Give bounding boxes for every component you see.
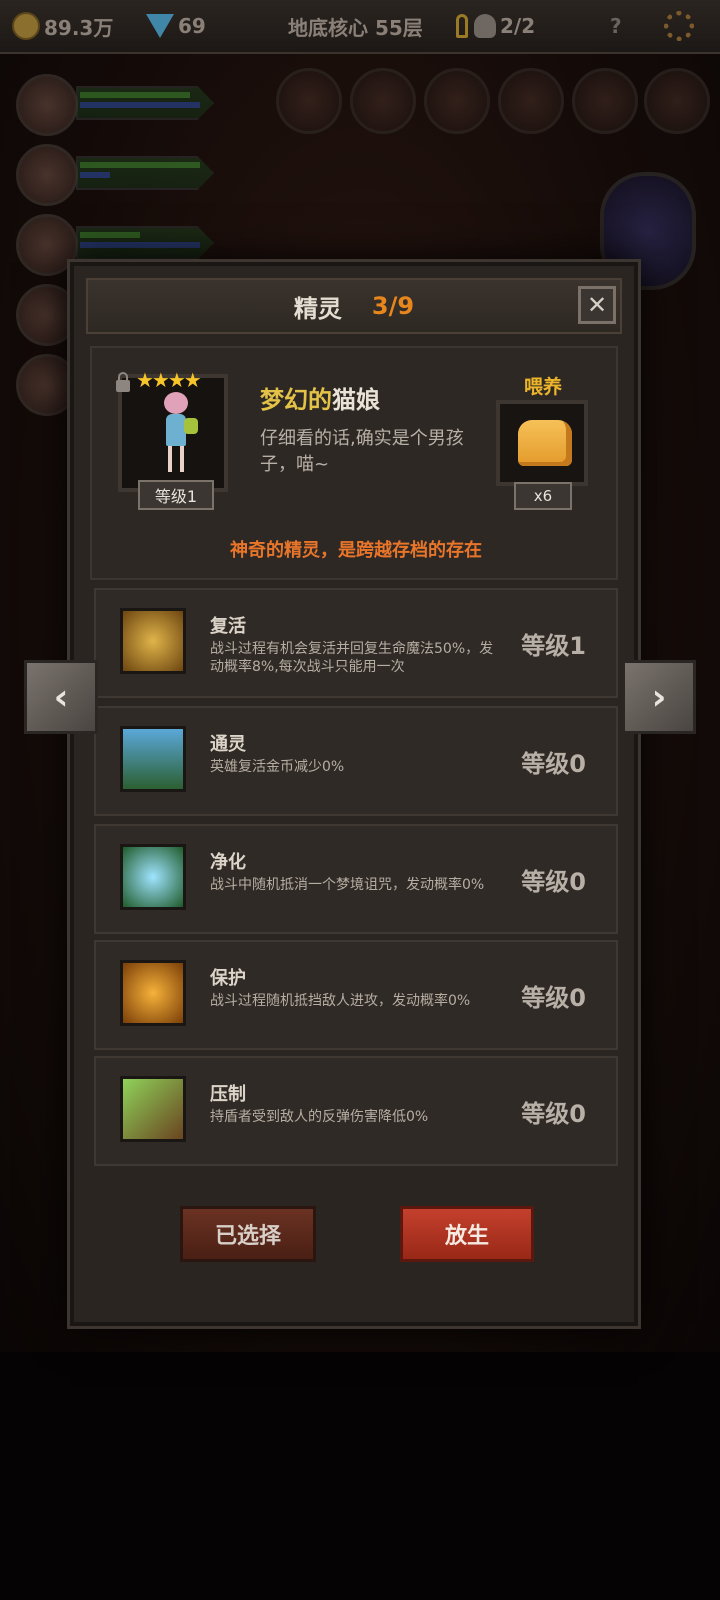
catgirl-pet-icon [156, 392, 198, 476]
skill-level: 等级0 [521, 984, 586, 1012]
skill-description: 英雄复活金币减少0% [210, 759, 345, 775]
skull-icon [474, 14, 496, 38]
gear-icon [664, 11, 694, 41]
mp-bar-fill [80, 242, 200, 248]
pet-name-noun: 猫娘 [332, 386, 380, 414]
flower-icon [120, 844, 186, 910]
coffin-icon[interactable] [276, 68, 342, 134]
coin-icon [12, 12, 40, 40]
hero-portrait-1[interactable] [16, 74, 78, 136]
skill-description: 战斗中随机抵消一个梦境诅咒，发动概率0% [210, 877, 485, 893]
top-bar: 89.3万 69 地底核心 55层 2/2 ? [0, 0, 720, 54]
skill-row-revive: 复活 战斗过程有机会复活并回复生命魔法50%，发动概率8%,每次战斗只能用一次 … [94, 588, 618, 698]
skill-description: 战斗过程有机会复活并回复生命魔法50%，发动概率8%,每次战斗只能用一次 [210, 641, 494, 675]
prev-pet-button[interactable]: ‹ [24, 660, 98, 734]
pet-name: 梦幻的猫娘 [260, 380, 380, 415]
coin-value: 89.3万 [44, 15, 114, 40]
skill-level: 等级1 [521, 632, 586, 660]
hero-portrait-5[interactable] [16, 354, 78, 416]
bottom-background [0, 1352, 720, 1600]
coin-counter: 89.3万 [12, 8, 113, 44]
bone-icon[interactable] [424, 68, 490, 134]
next-pet-button[interactable]: › [622, 660, 696, 734]
pet-count: 3/9 [371, 292, 415, 320]
skill-name: 复活 [210, 616, 246, 637]
location-label: 地底核心 55层 [288, 15, 423, 40]
hp-bar-fill [80, 162, 200, 168]
flute-icon[interactable] [644, 68, 710, 134]
skill-level: 等级0 [521, 1100, 586, 1128]
pet-tagline: 神奇的精灵，是跨越存档的存在 [230, 540, 482, 561]
skill-description: 战斗过程随机抵挡敌人进攻，发动概率0% [210, 993, 471, 1009]
skill-row-suppress: 压制 持盾者受到敌人的反弹伤害降低0% 等级0 [94, 1056, 618, 1166]
gem-icon [146, 14, 174, 38]
hero-status-bar-1 [76, 86, 214, 120]
soul-value: 2/2 [500, 14, 536, 38]
skill-name: 净化 [210, 852, 246, 873]
shield-fairy-icon [120, 960, 186, 1026]
drum-icon[interactable] [350, 68, 416, 134]
hero-status-bar-3 [76, 226, 214, 260]
gem-counter: 69 [146, 8, 206, 44]
pet-modal: 精灵 3/9 ✕ ★★★★ 等级1 梦幻的猫娘 仔细看的话,确实是个男孩子，喵~… [70, 262, 638, 1326]
close-button[interactable]: ✕ [578, 286, 616, 324]
pet-description: 仔细看的话,确实是个男孩子，喵~ [260, 428, 464, 475]
skill-level: 等级0 [521, 868, 586, 896]
pet-level-badge: 等级1 [138, 480, 214, 510]
help-button[interactable]: ? [610, 8, 622, 44]
mp-bar-fill [80, 102, 200, 108]
skill-name: 压制 [210, 1084, 246, 1105]
skill-name: 保护 [210, 968, 246, 989]
hero-portrait-2[interactable] [16, 144, 78, 206]
revive-icon [120, 608, 186, 674]
bell-icon[interactable] [498, 68, 564, 134]
hp-bar-fill [80, 232, 140, 238]
release-button[interactable]: 放生 [400, 1206, 534, 1262]
mp-bar-fill [80, 172, 110, 178]
pumpkin-icon[interactable] [572, 68, 638, 134]
key-icon [456, 14, 468, 38]
feed-label: 喂养 [524, 376, 563, 398]
bread-icon [518, 420, 572, 466]
skill-name: 通灵 [210, 734, 246, 755]
settings-button[interactable] [664, 8, 694, 44]
skill-row-spirit: 通灵 英雄复活金币减少0% 等级0 [94, 706, 618, 816]
skill-row-purify: 净化 战斗中随机抵消一个梦境诅咒，发动概率0% 等级0 [94, 824, 618, 934]
modal-title: 精灵 [293, 294, 342, 323]
hero-status-bar-2 [76, 156, 214, 190]
key-counter: 2/2 [456, 8, 535, 44]
modal-header: 精灵 3/9 [86, 278, 622, 334]
gem-value: 69 [178, 14, 206, 38]
star-rating: ★★★★ [136, 368, 202, 392]
lock-icon[interactable] [116, 372, 130, 392]
claw-icon [120, 1076, 186, 1142]
pet-name-adjective: 梦幻的 [260, 386, 332, 414]
feed-button[interactable] [496, 400, 588, 486]
skill-row-protect: 保护 战斗过程随机抵挡敌人进攻，发动概率0% 等级0 [94, 940, 618, 1050]
selected-button[interactable]: 已选择 [180, 1206, 316, 1262]
skill-description: 持盾者受到敌人的反弹伤害降低0% [210, 1109, 429, 1125]
pet-info-panel: ★★★★ 等级1 梦幻的猫娘 仔细看的话,确实是个男孩子，喵~ 喂养 x6 神奇… [90, 346, 618, 580]
hp-bar-fill [80, 92, 190, 98]
tombstone-icon [120, 726, 186, 792]
hero-portrait-3[interactable] [16, 214, 78, 276]
skill-level: 等级0 [521, 750, 586, 778]
hero-portrait-4[interactable] [16, 284, 78, 346]
food-count: x6 [514, 482, 572, 510]
